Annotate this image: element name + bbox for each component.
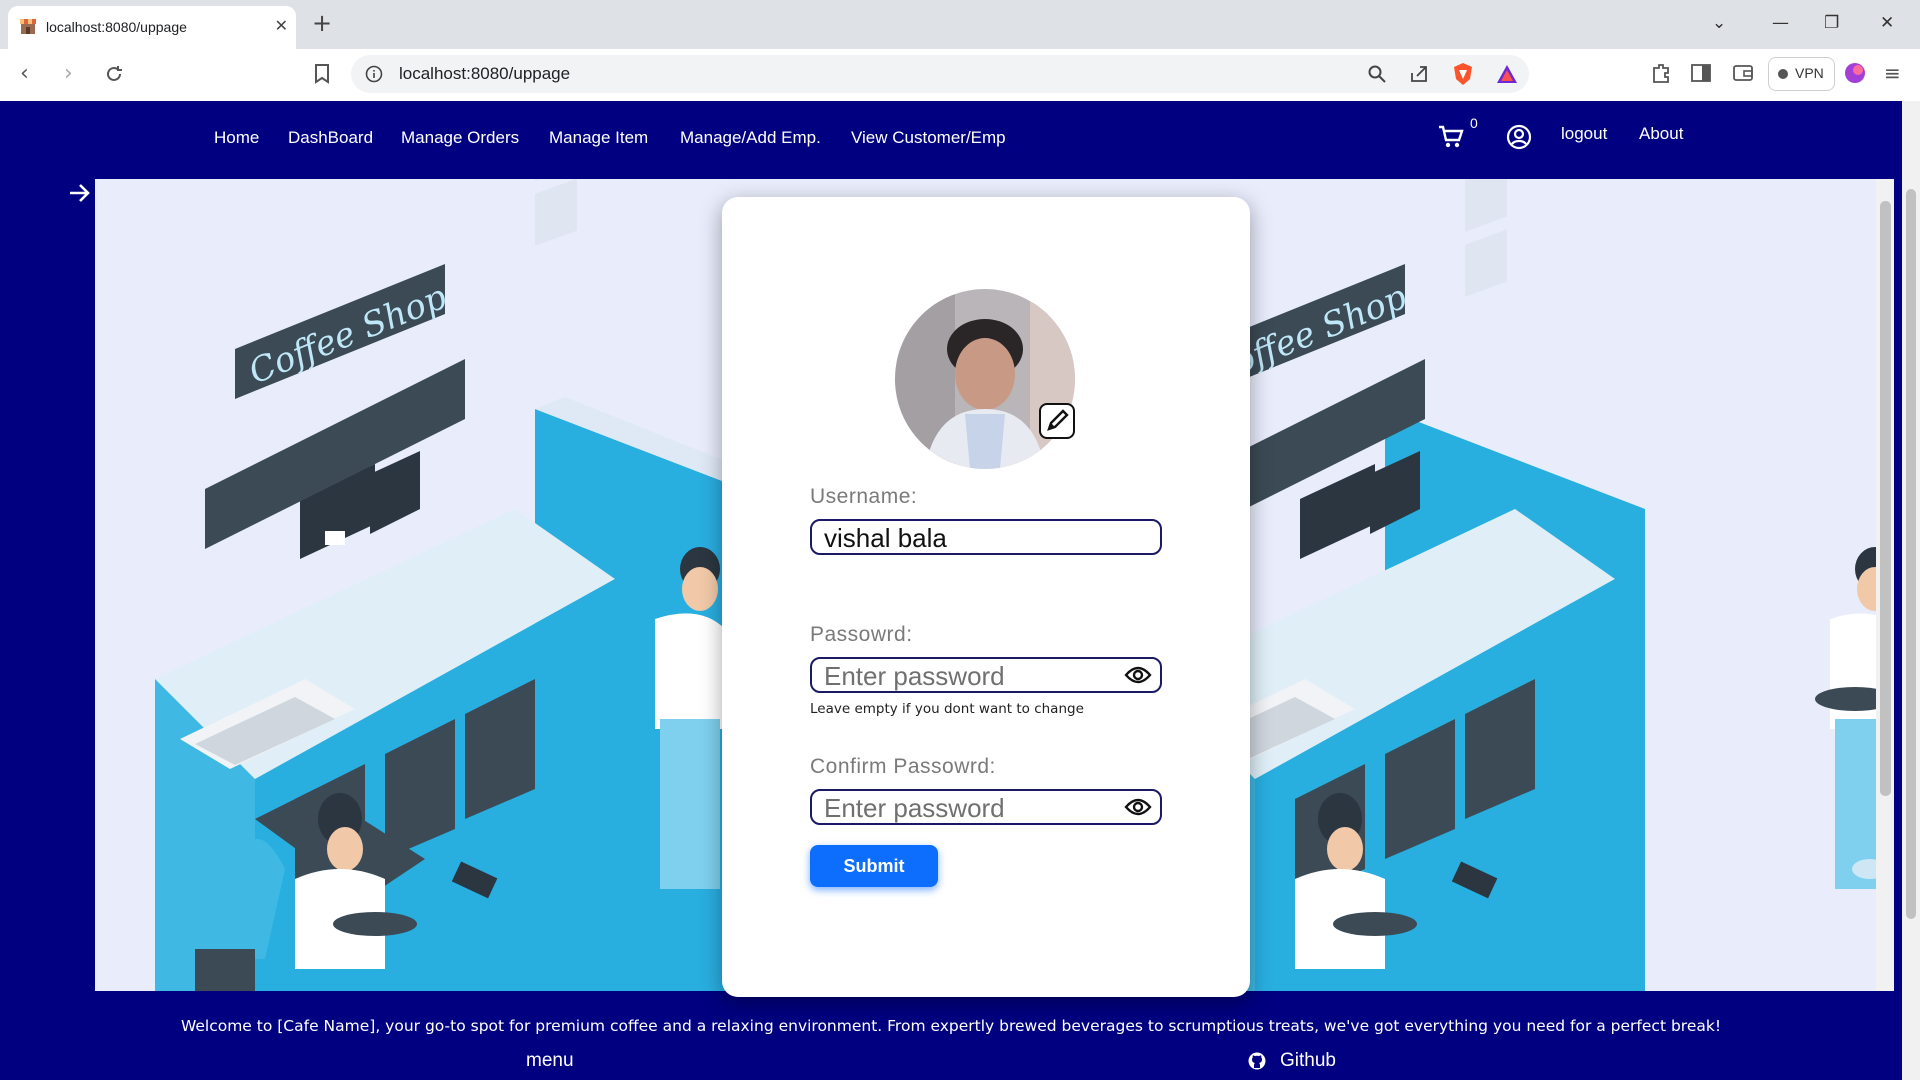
nav-logout[interactable]: logout [1561,124,1607,144]
content-scrollbar-thumb[interactable] [1880,201,1891,796]
nav-manage-add-emp[interactable]: Manage/Add Emp. [680,128,821,148]
new-tab-icon[interactable]: + [312,10,332,36]
password-hint: Leave empty if you dont want to change [810,701,1084,717]
pencil-icon [1047,409,1069,431]
top-navbar: Home DashBoard Manage Orders Manage Item… [0,101,1902,179]
nav-home[interactable]: Home [214,128,259,148]
cart-count-badge: 0 [1470,115,1478,131]
vpn-button[interactable]: VPN [1768,57,1835,91]
brave-shield-icon[interactable] [1452,62,1474,86]
show-confirm-password-eye-icon[interactable] [1124,797,1152,817]
bookmark-icon[interactable] [313,63,331,85]
username-value: vishal bala [824,523,947,553]
restore-icon[interactable]: ❐ [1824,12,1839,34]
window-close-icon[interactable]: ✕ [1880,12,1894,34]
minimize-icon[interactable]: — [1772,12,1789,34]
sidebar-icon[interactable] [1690,62,1712,84]
footer-github-link[interactable]: Github [1280,1050,1336,1072]
footer-menu-link[interactable]: menu [526,1050,574,1072]
zoom-icon[interactable] [1367,64,1387,84]
tab-close-icon[interactable]: ✕ [275,16,288,36]
profile-avatar [895,289,1075,469]
password-field[interactable]: Enter password [810,657,1162,693]
content-scrollbar[interactable] [1876,179,1894,991]
vpn-status-icon [1778,69,1788,79]
tab-title: localhost:8080/uppage [46,19,187,35]
confirm-password-field[interactable]: Enter password [810,789,1162,825]
wallet-icon[interactable] [1732,62,1754,84]
vpn-label: VPN [1795,65,1824,81]
nav-view-customer-emp[interactable]: View Customer/Emp [851,128,1006,148]
user-account-icon[interactable] [1506,124,1532,150]
confirm-password-placeholder: Enter password [824,793,1005,823]
page-scrollbar-thumb[interactable] [1906,189,1916,919]
password-placeholder: Enter password [824,661,1005,691]
leo-ai-icon[interactable] [1844,62,1866,84]
brave-rewards-icon[interactable] [1496,64,1518,84]
extensions-icon[interactable] [1650,62,1672,84]
nav-manage-orders[interactable]: Manage Orders [401,128,519,148]
page-body: Home DashBoard Manage Orders Manage Item… [0,101,1902,1080]
nav-about[interactable]: About [1639,124,1683,144]
storefront-favicon-icon [20,19,36,34]
page-scrollbar[interactable] [1902,101,1920,1080]
nav-manage-item[interactable]: Manage Item [549,128,648,148]
browser-tabstrip: localhost:8080/uppage ✕ + ⌄ — ❐ ✕ [0,0,1920,49]
profile-photo-image [895,289,1075,469]
reload-icon[interactable] [103,63,125,85]
url-text: localhost:8080/uppage [399,64,571,83]
tab-search-chevron-icon[interactable]: ⌄ [1712,12,1726,34]
submit-button[interactable]: Submit [810,845,938,887]
back-icon[interactable]: ‹ [20,63,29,85]
browser-tab[interactable]: localhost:8080/uppage ✕ [8,6,296,49]
address-bar[interactable]: localhost:8080/uppage [351,55,1529,93]
browser-toolbar: ‹ › localhost:8080/uppage VPN ≡ [0,49,1920,102]
site-info-icon[interactable] [365,65,383,83]
cart-icon[interactable] [1437,124,1465,150]
main-menu-icon[interactable]: ≡ [1884,61,1901,85]
forward-icon[interactable]: › [64,63,73,85]
edit-avatar-button[interactable] [1039,403,1075,439]
footer-welcome-text: Welcome to [Cafe Name], your go-to spot … [180,1017,1722,1035]
username-field[interactable]: vishal bala [810,519,1162,555]
username-label: Username: [810,485,918,508]
share-icon[interactable] [1409,64,1429,84]
github-icon[interactable] [1248,1052,1266,1070]
nav-dashboard[interactable]: DashBoard [288,128,373,148]
sidebar-toggle-arrow-icon[interactable] [66,179,94,207]
password-label: Passowrd: [810,623,913,646]
profile-update-card: Username: vishal bala Passowrd: Enter pa… [722,197,1250,997]
show-password-eye-icon[interactable] [1124,665,1152,685]
confirm-password-label: Confirm Passowrd: [810,755,996,778]
